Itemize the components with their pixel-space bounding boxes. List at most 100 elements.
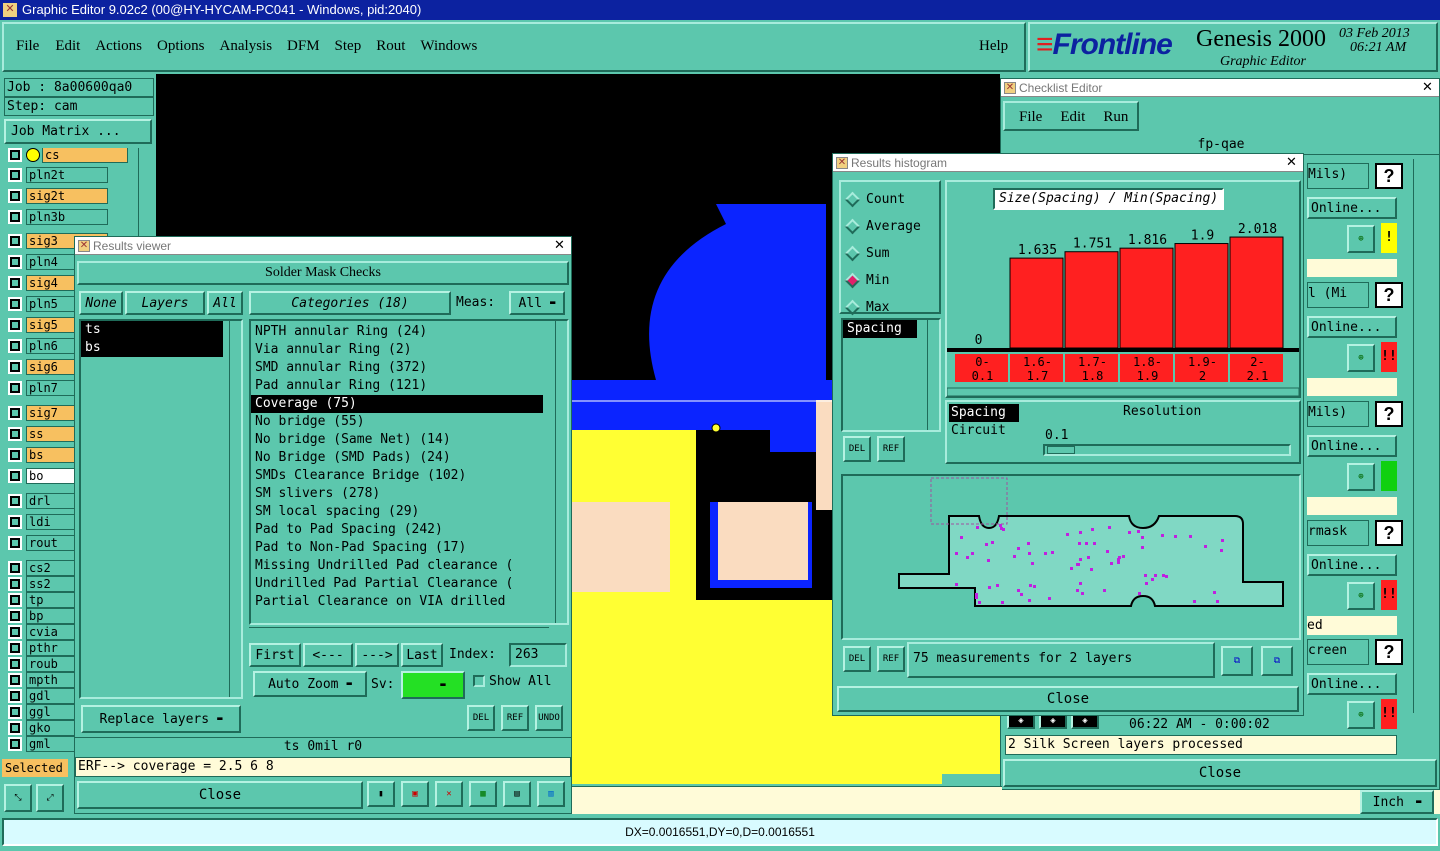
layer-checkbox[interactable]: [8, 536, 22, 550]
none-button[interactable]: None: [79, 291, 123, 315]
layer-checkbox[interactable]: [8, 448, 22, 462]
layer-checkbox[interactable]: [8, 469, 22, 483]
category-item[interactable]: Pad annular Ring (121): [251, 377, 567, 395]
last-button[interactable]: Last: [401, 643, 443, 667]
category-item[interactable]: Missing Undrilled Pad clearance (: [251, 557, 567, 575]
job-matrix-button[interactable]: Job Matrix ...: [4, 119, 152, 144]
radio-icon[interactable]: [844, 245, 861, 262]
layer-checkbox[interactable]: [8, 625, 22, 639]
category-item[interactable]: No Bridge (SMD Pads) (24): [251, 449, 567, 467]
layer-row-pln2t[interactable]: pln2t: [8, 166, 108, 184]
layer-checkbox[interactable]: [8, 318, 22, 332]
mode-min[interactable]: Min: [844, 267, 939, 294]
first-button[interactable]: First: [249, 643, 301, 667]
prev-button[interactable]: <---: [303, 643, 353, 667]
close-icon[interactable]: ✕: [1284, 155, 1299, 170]
mode-count[interactable]: Count: [844, 186, 939, 213]
all-button[interactable]: All: [207, 291, 243, 315]
layer-checkbox[interactable]: [8, 561, 22, 575]
checklist-menu-run[interactable]: Run: [1103, 109, 1128, 129]
layer-checkbox[interactable]: [8, 609, 22, 623]
replace-layers-dropdown[interactable]: Replace layers ▬: [81, 705, 241, 733]
board-preview[interactable]: [841, 474, 1301, 640]
layer-checkbox[interactable]: [8, 381, 22, 395]
layer-checkbox[interactable]: [8, 148, 22, 162]
layer-checkbox[interactable]: [8, 494, 22, 508]
ref-icon[interactable]: REF: [501, 705, 529, 731]
viewer-close-button[interactable]: Close: [77, 781, 363, 809]
layer-name[interactable]: sig2t: [26, 188, 108, 204]
menu-actions[interactable]: Actions: [95, 38, 142, 55]
menu-file[interactable]: File: [16, 38, 39, 55]
magnifier-icon[interactable]: ⊕: [1347, 582, 1375, 610]
histogram-bar[interactable]: [1229, 236, 1284, 349]
category-item[interactable]: SM slivers (278): [251, 485, 567, 503]
magnifier-icon[interactable]: ⊕: [1347, 701, 1375, 729]
menu-options[interactable]: Options: [157, 38, 205, 55]
radio-icon[interactable]: [844, 299, 861, 316]
layer-checkbox[interactable]: [8, 689, 22, 703]
layer-checkbox[interactable]: [8, 210, 22, 224]
mode-max[interactable]: Max: [844, 294, 939, 321]
histogram-icon[interactable]: ▥: [537, 781, 565, 807]
layer-row-sig2t[interactable]: sig2t: [8, 187, 108, 205]
radio-icon[interactable]: [844, 218, 861, 235]
category-item[interactable]: Via annular Ring (2): [251, 341, 567, 359]
res-item-spacing[interactable]: Spacing: [949, 404, 1019, 422]
viewer-layer-item[interactable]: bs: [81, 339, 223, 357]
histogram-bar[interactable]: [1174, 243, 1229, 349]
layer-checkbox[interactable]: [8, 168, 22, 182]
layer-checkbox[interactable]: [8, 657, 22, 671]
layers-button[interactable]: Layers: [125, 291, 205, 315]
menu-step[interactable]: Step: [335, 38, 362, 55]
preview-del-icon[interactable]: DEL: [843, 646, 871, 672]
hist-ref-icon[interactable]: REF: [877, 436, 905, 462]
layer-checkbox[interactable]: [8, 255, 22, 269]
layer-row-cs[interactable]: cs: [8, 148, 128, 164]
menu-edit[interactable]: Edit: [55, 38, 80, 55]
units-dropdown[interactable]: Inch ▬: [1360, 790, 1434, 814]
tool-icon-1[interactable]: ▮: [367, 781, 395, 807]
layer-name[interactable]: cs: [42, 148, 128, 163]
layer-checkbox[interactable]: [8, 360, 22, 374]
layer-checkbox[interactable]: [8, 737, 22, 751]
resolution-slider[interactable]: [1043, 444, 1291, 456]
layer-row-pln3b[interactable]: pln3b: [8, 208, 108, 226]
histogram-bar[interactable]: [1009, 257, 1064, 349]
category-item[interactable]: SMD annular Ring (372): [251, 359, 567, 377]
layer-checkbox[interactable]: [8, 641, 22, 655]
online-button[interactable]: Online...: [1307, 554, 1397, 576]
category-item[interactable]: NPTH annular Ring (24): [251, 323, 567, 341]
help-icon[interactable]: ?: [1375, 639, 1403, 665]
viewer-layer-list[interactable]: ts bs: [79, 319, 243, 699]
category-item[interactable]: Undrilled Pad Partial Clearance (: [251, 575, 567, 593]
help-icon[interactable]: ?: [1375, 282, 1403, 308]
categories-button[interactable]: Categories (18): [249, 291, 451, 315]
res-item-circuit[interactable]: Circuit: [949, 422, 1033, 440]
category-item[interactable]: Coverage (75): [251, 395, 543, 413]
tool-icon-4[interactable]: ▦: [469, 781, 497, 807]
layer-checkbox[interactable]: [8, 515, 22, 529]
hist-del-icon[interactable]: DEL: [843, 436, 871, 462]
menu-windows[interactable]: Windows: [420, 38, 477, 55]
undo-icon[interactable]: UNDO: [535, 705, 563, 731]
category-item[interactable]: Partial Clearance on VIA drilled: [251, 593, 567, 611]
tool-icon-2[interactable]: ▣: [401, 781, 429, 807]
layer-name[interactable]: pln2t: [26, 167, 108, 183]
meas-dropdown[interactable]: All ▬: [509, 291, 565, 315]
layer-checkbox[interactable]: [8, 577, 22, 591]
magnifier-icon[interactable]: ⊕: [1347, 344, 1375, 372]
help-icon[interactable]: ?: [1375, 520, 1403, 546]
category-item[interactable]: No bridge (Same Net) (14): [251, 431, 567, 449]
layer-checkbox[interactable]: [8, 673, 22, 687]
zoom-fit-icon[interactable]: ⤡: [4, 784, 32, 812]
preview-ref-icon[interactable]: REF: [877, 646, 905, 672]
zoom-out-icon[interactable]: ⧉: [1261, 646, 1293, 676]
layer-checkbox[interactable]: [8, 189, 22, 203]
next-button[interactable]: --->: [355, 643, 399, 667]
layer-checkbox[interactable]: [8, 593, 22, 607]
checklist-scrollbar[interactable]: [1413, 159, 1427, 713]
online-button[interactable]: Online...: [1307, 197, 1397, 219]
online-button[interactable]: Online...: [1307, 435, 1397, 457]
res-list[interactable]: Spacing Circuit: [949, 404, 1033, 460]
